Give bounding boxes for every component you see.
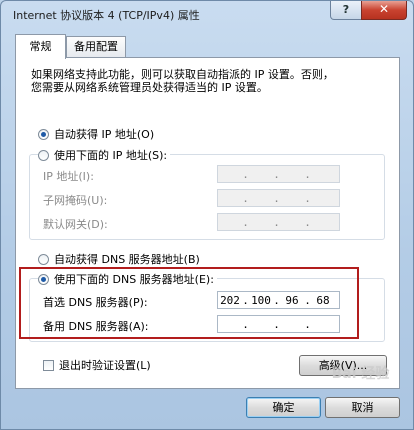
ip-dot: . [304,215,311,229]
validate-on-exit-checkbox[interactable]: 退出时验证设置(L) [43,357,151,373]
ip-dot: . [304,293,311,307]
ip-dot: . [273,215,280,229]
ok-button-label: 确定 [272,401,295,414]
dns-auto-radio[interactable]: 自动获得 DNS 服务器地址(B) [38,251,200,267]
dns-manual-radio-indicator[interactable] [38,273,49,285]
general-panel: 如果网络支持此功能，则可以获取自动指派的 IP 设置。否则， 您需要从网络系统管… [15,57,400,389]
ip-octet: 100 [251,293,271,307]
dialog-window: Internet 协议版本 4 (TCP/IPv4) 属性 ? ✕ 常规 备用配… [0,0,414,430]
ip-dot: . [273,293,280,307]
ip-dot: . [242,317,249,331]
validate-on-exit-label: 退出时验证设置(L) [59,359,151,372]
close-button[interactable]: ✕ [361,1,407,20]
advanced-button-label: 高级(V)... [318,359,368,372]
alternate-dns-label: 备用 DNS 服务器(A): [43,320,149,333]
tab-alternate-config[interactable]: 备用配置 [66,36,126,58]
ip-dot: . [242,167,249,181]
subnet-mask-input[interactable]: . . . [217,189,340,207]
alternate-dns-input[interactable]: . . . [217,315,340,333]
ip-dot: . [304,191,311,205]
help-icon: ? [342,3,350,16]
ip-dot: . [242,293,249,307]
ip-dot: . [242,191,249,205]
ip-octet: 202 [220,293,240,307]
cancel-button[interactable]: 取消 [325,397,400,418]
ip-dot: . [242,215,249,229]
ok-button[interactable]: 确定 [246,397,321,418]
tab-alternate-config-label: 备用配置 [74,40,118,53]
ip-address-input[interactable]: . . . [217,165,340,183]
tab-general[interactable]: 常规 [15,34,66,59]
preferred-dns-input[interactable]: 202. 100. 96. 68 [217,291,340,309]
help-button[interactable]: ? [330,1,362,20]
advanced-button[interactable]: 高级(V)... [299,355,387,376]
default-gateway-input[interactable]: . . . [217,213,340,231]
tab-general-label: 常规 [29,40,52,53]
ip-dot: . [273,191,280,205]
dns-manual-radio[interactable]: 使用下面的 DNS 服务器地址(E): [38,271,217,287]
ip-dot: . [304,167,311,181]
cancel-button-label: 取消 [351,401,374,414]
ip-octet: 96 [285,293,299,307]
ip-manual-radio[interactable]: 使用下面的 IP 地址(S): [38,147,171,163]
dns-auto-radio-indicator[interactable] [38,253,49,265]
ip-manual-radio-indicator[interactable] [38,149,49,161]
ip-dot: . [304,317,311,331]
window-title: Internet 协议版本 4 (TCP/IPv4) 属性 [13,9,200,22]
description-text: 如果网络支持此功能，则可以获取自动指派的 IP 设置。否则， 您需要从网络系统管… [31,68,334,94]
default-gateway-label: 默认网关(D): [43,218,108,231]
dns-manual-label: 使用下面的 DNS 服务器地址(E): [54,273,214,286]
title-bar[interactable]: Internet 协议版本 4 (TCP/IPv4) 属性 ? ✕ [1,1,413,29]
subnet-mask-label: 子网掩码(U): [43,194,108,207]
ip-auto-radio[interactable]: 自动获得 IP 地址(O) [38,126,154,142]
ip-address-label: IP 地址(I): [43,170,94,183]
close-icon: ✕ [378,2,390,16]
ip-dot: . [273,167,280,181]
ip-manual-label: 使用下面的 IP 地址(S): [54,149,168,162]
ip-auto-label: 自动获得 IP 地址(O) [54,128,155,141]
ip-octet: 68 [316,293,330,307]
ip-auto-radio-indicator[interactable] [38,128,49,140]
dns-auto-label: 自动获得 DNS 服务器地址(B) [54,253,200,266]
ip-dot: . [273,317,280,331]
preferred-dns-label: 首选 DNS 服务器(P): [43,296,148,309]
validate-on-exit-box[interactable] [43,359,54,371]
